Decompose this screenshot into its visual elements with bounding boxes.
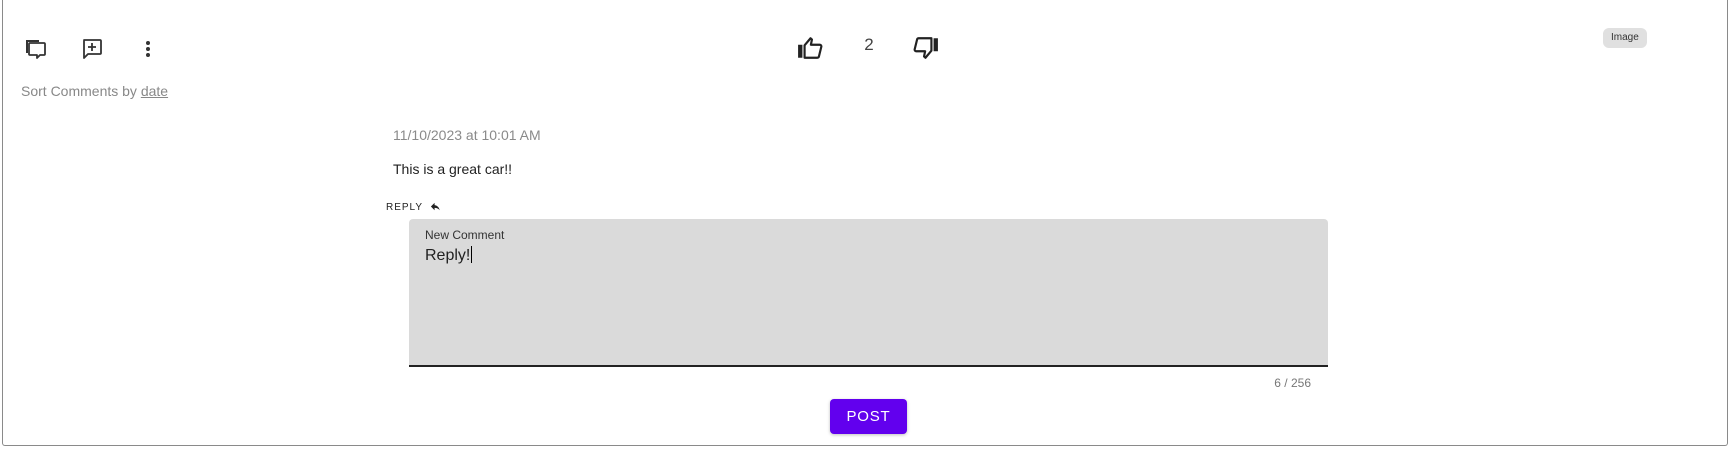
comment-body: This is a great car!! [393, 161, 513, 177]
reply-label: REPLY [386, 201, 424, 213]
dislike-button[interactable] [909, 31, 943, 65]
sort-by-link[interactable]: date [141, 83, 168, 99]
comment-timestamp: 11/10/2023 at 10:01 AM [393, 127, 541, 143]
reply-icon [430, 202, 440, 211]
like-button[interactable] [793, 31, 827, 65]
more-vertical-icon [146, 41, 150, 57]
comments-button[interactable] [19, 32, 53, 66]
comment-card: 2 Image Sort Comments by date 11/10/2023… [2, 0, 1728, 446]
like-count: 2 [864, 35, 874, 54]
character-counter: 6 / 256 [1274, 376, 1311, 390]
thumb-down-icon [913, 37, 938, 59]
new-comment-text: Reply! [425, 247, 471, 264]
more-options-button[interactable] [131, 32, 165, 66]
sort-label: Sort Comments by [21, 83, 137, 99]
reply-button[interactable]: REPLY [386, 200, 441, 214]
new-comment-field[interactable]: New Comment Reply! [409, 219, 1328, 367]
post-button[interactable]: POST [830, 399, 907, 434]
new-comment-label: New Comment [425, 228, 505, 242]
thumb-up-icon [798, 37, 823, 59]
add-comment-button[interactable] [75, 32, 109, 66]
image-tag-chip[interactable]: Image [1603, 28, 1647, 48]
new-comment-input[interactable]: Reply! [425, 246, 473, 265]
sort-comments: Sort Comments by date [21, 83, 168, 99]
text-caret [471, 246, 473, 263]
comments-icon [26, 40, 46, 59]
add-comment-icon [83, 39, 102, 59]
